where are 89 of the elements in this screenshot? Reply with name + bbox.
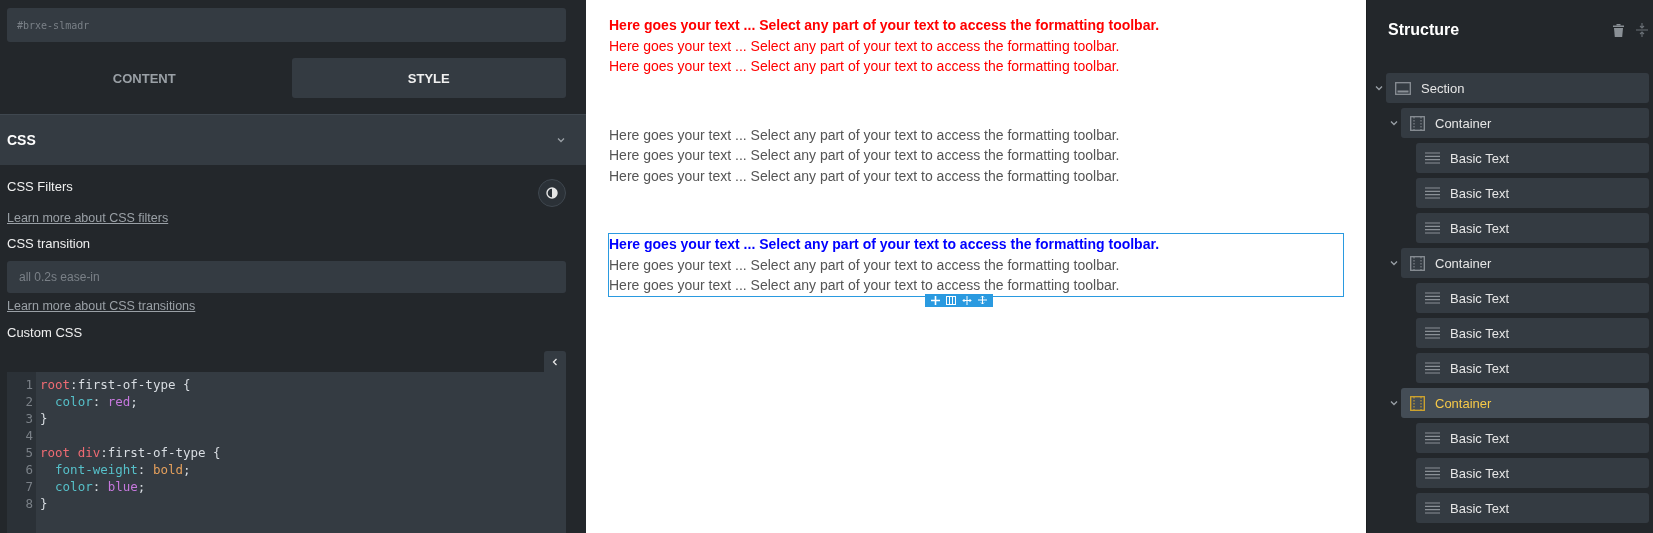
text-lines-icon xyxy=(1425,502,1440,514)
code-token: : xyxy=(137,461,147,478)
code-token: font-weight xyxy=(54,461,138,478)
line-number: 7 xyxy=(24,478,33,495)
tree-item[interactable]: Container xyxy=(1401,388,1649,418)
tree-item[interactable]: Container xyxy=(1401,108,1649,138)
code-token: color xyxy=(54,478,93,495)
body-text: Here goes your text ... Select any part of your text to access the formatting toolbar. xyxy=(609,36,1121,56)
tree-item[interactable]: Basic Text xyxy=(1416,143,1649,173)
line-number: 2 xyxy=(24,393,33,410)
text-lines-icon xyxy=(1425,327,1440,339)
section-header[interactable]: CSS xyxy=(0,114,586,165)
text-lines-icon xyxy=(1425,467,1440,479)
code-token: bold xyxy=(152,461,183,478)
container-icon xyxy=(1410,115,1425,131)
body-text: Here goes your text ... Select any part of your text to access the formatting toolbar. xyxy=(609,146,1121,165)
field-label: CSS Filters xyxy=(7,179,73,194)
move-vertical-icon[interactable] xyxy=(978,295,987,305)
code-token: root div xyxy=(40,444,101,461)
filter-button[interactable] xyxy=(538,179,566,207)
field-label: CSS transition xyxy=(7,236,91,251)
code-token: :first-of-type { xyxy=(100,444,221,461)
transition-field[interactable]: all 0.2s ease-in xyxy=(7,261,566,293)
code-token: } xyxy=(40,495,48,512)
chevron-icon[interactable] xyxy=(1388,258,1399,268)
chevron-icon[interactable] xyxy=(1388,398,1399,408)
line-number: 3 xyxy=(24,410,33,427)
id-field[interactable]: #brxe-slmadr xyxy=(7,8,566,42)
tree-item[interactable]: Basic Text xyxy=(1416,353,1649,383)
code-token: color xyxy=(54,393,93,410)
panel-title: Structure xyxy=(1388,21,1460,39)
chevron-icon[interactable] xyxy=(1388,118,1399,128)
code-token: :first-of-type { xyxy=(70,376,191,393)
section-title: CSS xyxy=(7,132,36,148)
body-text: Here goes your text ... Select any part of your text to access the formatting toolbar. xyxy=(609,235,1161,254)
field-label: Custom CSS xyxy=(7,325,83,340)
move-horizontal-icon[interactable] xyxy=(962,295,972,305)
section-icon xyxy=(1395,81,1411,95)
tree-item[interactable]: Basic Text xyxy=(1416,178,1649,208)
plus-icon[interactable] xyxy=(931,295,940,305)
body-text: Here goes your text ... Select any part of your text to access the formatting toolbar. xyxy=(609,166,1121,186)
text-lines-icon xyxy=(1425,292,1440,304)
code-token: : xyxy=(92,478,102,495)
code-token: } xyxy=(40,410,48,427)
text-lines-icon xyxy=(1425,152,1440,164)
tree-item[interactable]: Section xyxy=(1386,73,1649,103)
code-token: red xyxy=(107,393,131,410)
tree-item[interactable]: Basic Text xyxy=(1416,213,1649,243)
tree-item[interactable]: Basic Text xyxy=(1416,318,1649,348)
help-link[interactable]: Learn more about CSS transitions xyxy=(7,299,196,313)
tab[interactable]: CONTENT xyxy=(7,58,282,98)
body-text: Here goes your text ... Select any part of your text to access the formatting toolbar. xyxy=(609,125,1121,145)
code-token: root xyxy=(40,376,71,393)
chevron-icon[interactable] xyxy=(556,135,566,145)
container-icon xyxy=(1410,255,1425,271)
chevron-icon[interactable] xyxy=(1373,83,1384,93)
tab[interactable]: STYLE xyxy=(291,58,566,98)
text-lines-icon xyxy=(1425,362,1440,374)
code-token: ; xyxy=(130,393,138,410)
code-editor[interactable]: 1 2 3 4 5 6 7 8 root:first-of-type { color: red; } root div:first-of-type { font-weight: bold; color: blue; } xyxy=(7,372,566,533)
code-token: ; xyxy=(183,461,191,478)
tree-item[interactable]: Container xyxy=(1401,248,1649,278)
body-text: Here goes your text ... Select any part of your text to access the formatting toolbar. xyxy=(609,255,1121,275)
tree-item[interactable]: Basic Text xyxy=(1416,458,1649,488)
contrast-icon xyxy=(546,187,558,199)
chevron-left-icon[interactable] xyxy=(550,356,560,367)
tree-item[interactable]: Basic Text xyxy=(1416,493,1649,523)
collapse-all-icon[interactable] xyxy=(1636,23,1648,37)
text-lines-icon xyxy=(1425,187,1440,199)
line-number: 8 xyxy=(24,495,33,512)
trash-icon[interactable] xyxy=(1613,23,1624,37)
body-text: Here goes your text ... Select any part of your text to access the formatting toolbar. xyxy=(609,57,1121,76)
code-token: blue xyxy=(107,478,138,495)
line-number: 6 xyxy=(24,461,33,478)
code-token: : xyxy=(92,393,102,410)
container-icon xyxy=(1410,395,1425,411)
body-text: Here goes your text ... Select any part of your text to access the formatting toolbar. xyxy=(609,16,1161,35)
code-token: ; xyxy=(137,478,146,495)
line-number: 5 xyxy=(24,444,33,461)
columns-icon[interactable] xyxy=(946,295,956,305)
line-number: 4 xyxy=(24,427,33,444)
line-number: 1 xyxy=(24,376,33,393)
text-lines-icon xyxy=(1425,222,1440,234)
text-lines-icon xyxy=(1425,432,1440,444)
collapse-button[interactable] xyxy=(544,351,566,372)
tree-item[interactable]: Basic Text xyxy=(1416,423,1649,453)
body-text: Here goes your text ... Select any part of your text to access the formatting toolbar. xyxy=(609,276,1121,295)
tree-item[interactable]: Basic Text xyxy=(1416,283,1649,313)
help-link[interactable]: Learn more about CSS filters xyxy=(7,211,169,225)
